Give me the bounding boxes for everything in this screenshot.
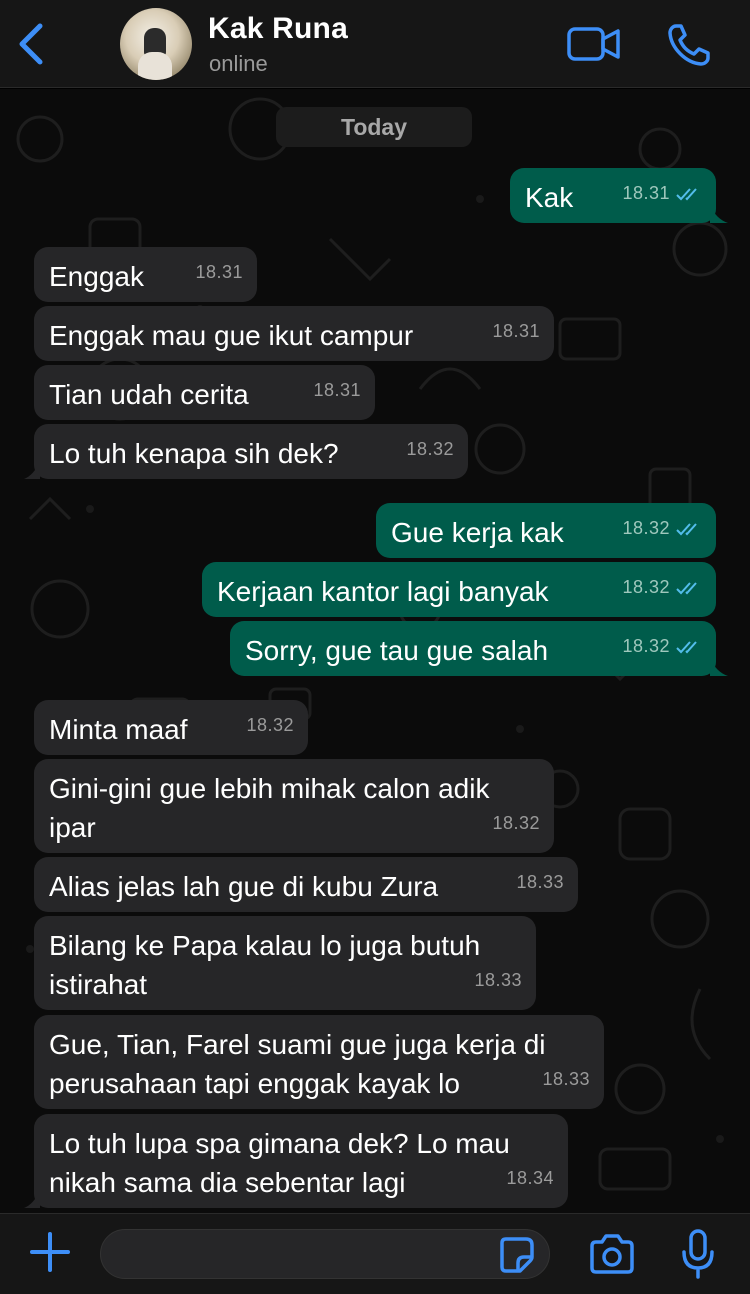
message-bubble-outgoing[interactable]: Sorry, gue tau gue salah 18.32	[230, 621, 728, 676]
message-time: 18.32	[406, 439, 454, 459]
sticker-button[interactable]	[496, 1235, 536, 1275]
message-time: 18.32	[622, 518, 670, 538]
message-bubble-incoming[interactable]: Bilang ke Papa kalau lo juga butuh istir…	[34, 916, 536, 1010]
message-time: 18.33	[516, 872, 564, 892]
sticker-icon	[500, 1237, 534, 1273]
message-text: Lo tuh kenapa sih dek?	[49, 438, 339, 469]
message-time: 18.31	[195, 262, 243, 282]
message-text: Gini-gini gue lebih mihak calon adik ipa…	[49, 773, 490, 843]
message-text: Bilang ke Papa kalau lo juga butuh istir…	[49, 930, 481, 1000]
voice-message-button[interactable]	[680, 1228, 716, 1280]
message-bubble-incoming[interactable]: Lo tuh lupa spa gimana dek? Lo mau nikah…	[24, 1114, 568, 1208]
contact-status: online	[209, 51, 268, 76]
message-time: 18.31	[313, 380, 361, 400]
message-time: 18.31	[492, 321, 540, 341]
video-camera-icon	[567, 27, 620, 61]
message-time: 18.33	[542, 1069, 590, 1089]
message-time: 18.32	[622, 577, 670, 597]
message-bubble-incoming[interactable]: Lo tuh kenapa sih dek? 18.32	[24, 424, 468, 479]
message-time: 18.33	[474, 970, 522, 990]
message-bubble-incoming[interactable]: Alias jelas lah gue di kubu Zura 18.33	[34, 857, 578, 912]
chat-header: Kak Runa online	[0, 0, 750, 88]
message-bubble-incoming[interactable]: Enggak mau gue ikut campur 18.31	[34, 306, 554, 361]
message-bubble-incoming[interactable]: Tian udah cerita 18.31	[34, 365, 375, 420]
message-time: 18.31	[622, 183, 670, 203]
message-bubble-outgoing[interactable]: Kerjaan kantor lagi banyak 18.32	[202, 562, 716, 617]
chevron-left-icon	[19, 23, 43, 65]
message-text: Enggak mau gue ikut campur	[49, 320, 414, 351]
double-check-icon	[676, 187, 697, 200]
message-composer	[0, 1213, 750, 1294]
double-check-icon	[676, 640, 697, 653]
attach-button[interactable]	[28, 1230, 72, 1274]
date-divider: Today	[276, 107, 472, 147]
back-button[interactable]	[14, 22, 50, 66]
message-text: Alias jelas lah gue di kubu Zura	[49, 871, 439, 902]
microphone-icon	[682, 1229, 714, 1279]
contact-name[interactable]: Kak Runa	[208, 12, 348, 46]
message-list[interactable]: Today Kak 18.31 Enggak 18.31 Enggak mau …	[0, 89, 750, 1213]
camera-icon	[590, 1234, 634, 1274]
avatar[interactable]	[120, 8, 192, 80]
phone-icon	[668, 24, 710, 66]
video-call-button[interactable]	[566, 24, 622, 64]
plus-icon	[30, 1232, 70, 1272]
message-bubble-outgoing[interactable]: Kak 18.31	[510, 168, 728, 223]
message-text: Gue, Tian, Farel suami gue juga kerja di…	[49, 1029, 546, 1099]
message-input[interactable]	[100, 1229, 550, 1279]
voice-call-button[interactable]	[666, 22, 712, 68]
camera-button[interactable]	[588, 1232, 636, 1276]
message-time: 18.32	[492, 813, 540, 833]
double-check-icon	[676, 522, 697, 535]
message-time: 18.32	[622, 636, 670, 656]
message-time: 18.34	[506, 1168, 554, 1188]
message-bubble-incoming[interactable]: Gue, Tian, Farel suami gue juga kerja di…	[34, 1015, 604, 1109]
message-bubble-incoming[interactable]: Enggak 18.31	[34, 247, 257, 302]
message-bubble-incoming[interactable]: Minta maaf 18.32	[34, 700, 308, 755]
message-bubble-outgoing[interactable]: Gue kerja kak 18.32	[376, 503, 716, 558]
message-text: Lo tuh lupa spa gimana dek? Lo mau nikah…	[49, 1128, 510, 1198]
double-check-icon	[676, 581, 697, 594]
message-bubble-incoming[interactable]: Gini-gini gue lebih mihak calon adik ipa…	[34, 759, 554, 853]
message-time: 18.32	[246, 715, 294, 735]
